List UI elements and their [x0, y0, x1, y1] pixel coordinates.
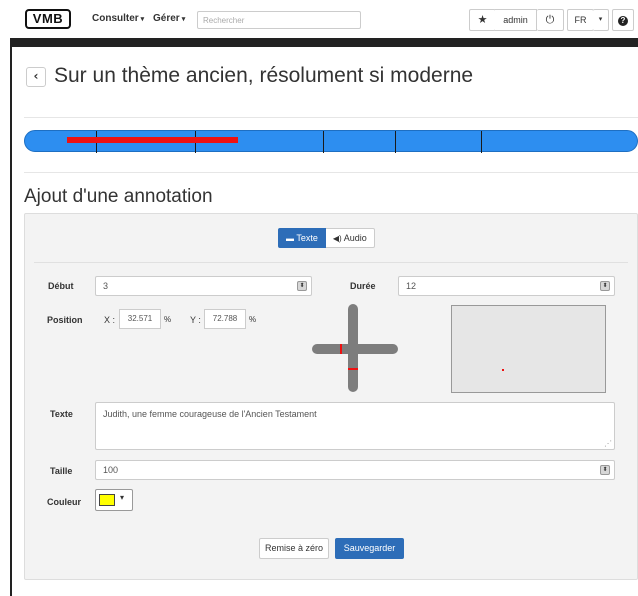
- timeline-divider: [24, 172, 638, 173]
- page-title: Sur un thème ancien, résolument si moder…: [54, 64, 474, 87]
- chevron-down-icon: ▾: [140, 16, 145, 23]
- search-input[interactable]: [197, 11, 361, 29]
- resize-handle-icon[interactable]: ⋰: [604, 439, 612, 448]
- couleur-label: Couleur: [47, 497, 82, 507]
- save-button[interactable]: Sauvegarder: [335, 538, 404, 559]
- spinner-icon[interactable]: ⬍: [600, 465, 610, 475]
- comment-icon: ▬: [286, 234, 294, 243]
- section-title: Ajout d'une annotation: [24, 186, 213, 207]
- annotation-text-area[interactable]: Judith, une femme courageuse de l'Ancien…: [95, 402, 615, 450]
- tab-texte-label: Texte: [296, 233, 318, 243]
- speaker-icon: ◀): [332, 234, 342, 243]
- color-picker[interactable]: ▾: [95, 489, 133, 511]
- question-circle-icon: ?: [618, 16, 628, 26]
- debut-value: 3: [103, 281, 109, 291]
- x-position-slider[interactable]: [312, 344, 398, 354]
- duree-field[interactable]: 12 ⬍: [398, 276, 615, 296]
- y-unit: %: [249, 315, 257, 324]
- user-menu-button[interactable]: admin: [495, 9, 537, 31]
- x-unit: %: [164, 315, 172, 324]
- taille-label: Taille: [50, 466, 73, 476]
- timeline-annotation-segment[interactable]: [67, 137, 238, 143]
- menu-consulter[interactable]: Consulter ▾: [92, 13, 144, 24]
- reset-button[interactable]: Remise à zéro: [259, 538, 329, 559]
- tab-audio[interactable]: ◀) Audio: [325, 228, 375, 248]
- chevron-down-icon: ▾: [181, 16, 186, 23]
- y-position-marker[interactable]: [348, 368, 358, 370]
- annotation-position-dot: [502, 369, 504, 371]
- timeline-marker: [323, 131, 324, 153]
- star-icon: ★: [477, 14, 488, 26]
- timeline-marker: [395, 131, 396, 153]
- taille-value: 100: [103, 465, 119, 475]
- position-preview[interactable]: [451, 305, 606, 393]
- tab-texte[interactable]: ▬ Texte: [278, 228, 326, 248]
- spinner-icon[interactable]: ⬍: [297, 281, 307, 291]
- power-icon: ⏻: [545, 14, 555, 26]
- annotation-text-value: Judith, une femme courageuse de l'Ancien…: [103, 409, 317, 419]
- chevron-down-icon: ▾: [598, 16, 603, 23]
- texte-label: Texte: [50, 409, 73, 419]
- duree-value: 12: [406, 281, 417, 291]
- help-button[interactable]: ?: [612, 9, 634, 31]
- menu-gerer[interactable]: Gérer ▾: [153, 13, 185, 24]
- x-position-marker[interactable]: [340, 344, 342, 354]
- header-divider: [10, 38, 638, 47]
- left-border: [10, 38, 12, 596]
- vmb-logo[interactable]: VMB: [25, 9, 71, 29]
- y-label: Y :: [190, 315, 201, 325]
- language-select[interactable]: FR: [567, 9, 594, 31]
- timeline-marker: [481, 131, 482, 153]
- position-label: Position: [47, 315, 83, 325]
- language-dropdown-button[interactable]: ▾: [593, 9, 609, 31]
- taille-field[interactable]: 100 ⬍: [95, 460, 615, 480]
- menu-gerer-label: Gérer: [153, 13, 180, 24]
- debut-label: Début: [48, 281, 74, 291]
- duree-label: Durée: [350, 281, 376, 291]
- caret-down-icon: ▾: [120, 493, 125, 502]
- tab-audio-label: Audio: [343, 233, 367, 243]
- title-divider: [24, 117, 638, 118]
- favorites-button[interactable]: ★: [469, 9, 496, 31]
- y-position-input[interactable]: 72.788: [204, 309, 246, 329]
- logout-button[interactable]: ⏻: [537, 9, 564, 31]
- x-position-input[interactable]: 32.571: [119, 309, 161, 329]
- navbar: VMB Consulter▾ Gérer▾ ★ admin ⏻ FR ▾ ?: [0, 0, 638, 38]
- annotation-type-tabs: ▬ Texte ◀) Audio: [278, 228, 375, 248]
- tabs-divider: [34, 262, 628, 263]
- debut-field[interactable]: 3 ⬍: [95, 276, 312, 296]
- color-swatch: [99, 494, 115, 506]
- spinner-icon[interactable]: ⬍: [600, 281, 610, 291]
- menu-consulter-label: Consulter: [92, 13, 139, 24]
- x-label: X :: [104, 315, 116, 325]
- annotation-form-panel: [24, 213, 638, 580]
